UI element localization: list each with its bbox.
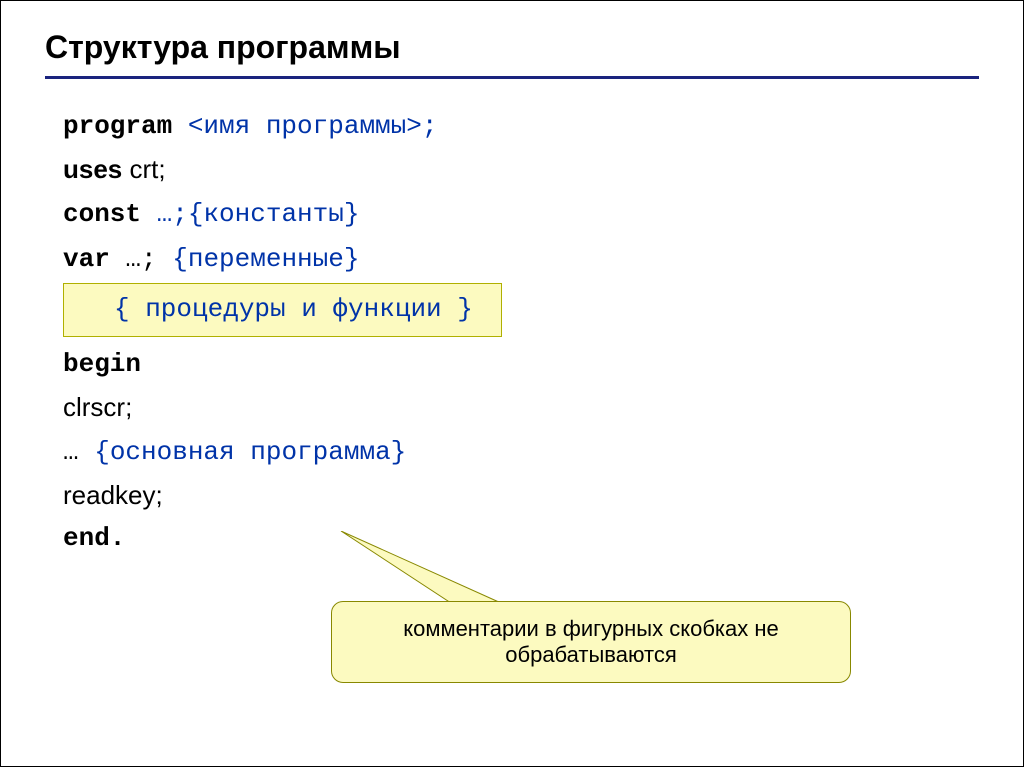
code-comment: {переменные}	[172, 244, 359, 274]
slide-title: Структура программы	[45, 29, 979, 79]
code-line-clrscr: clrscr;	[63, 386, 979, 429]
code-text: …;	[110, 244, 172, 274]
code-line-readkey: readkey;	[63, 474, 979, 517]
keyword-uses: uses	[63, 154, 122, 184]
code-line-const: const …;{константы}	[63, 191, 979, 236]
callout-text: комментарии в фигурных скобках не обраба…	[331, 601, 851, 683]
code-text: ;	[125, 392, 132, 422]
keyword-const: const	[63, 199, 141, 229]
code-text: clrscr	[63, 392, 125, 422]
callout: комментарии в фигурных скобках не обраба…	[331, 561, 851, 683]
keyword-program: program	[63, 111, 172, 141]
keyword-var: var	[63, 244, 110, 274]
keyword-begin: begin	[63, 343, 979, 386]
code-line-program: program <имя программы>;	[63, 103, 979, 148]
code-text: …;{константы}	[141, 199, 359, 229]
slide: Структура программы program <имя програм…	[0, 0, 1024, 767]
highlight-text: { процедуры и функции }	[63, 283, 502, 338]
code-text: …	[63, 437, 94, 467]
code-line-uses: uses crt;	[63, 148, 979, 191]
code-line-main: … {основная программа}	[63, 429, 979, 474]
code-text: <имя программы>;	[172, 111, 437, 141]
code-block: program <имя программы>; uses crt; const…	[63, 103, 979, 560]
code-text: readkey	[63, 480, 156, 510]
code-line-var: var …; {переменные}	[63, 236, 979, 281]
highlight-procedures: { процедуры и функции }	[63, 281, 979, 344]
keyword-end: end.	[63, 517, 979, 560]
code-text: ;	[156, 480, 163, 510]
code-comment: {основная программа}	[94, 437, 406, 467]
code-text: crt;	[122, 154, 165, 184]
